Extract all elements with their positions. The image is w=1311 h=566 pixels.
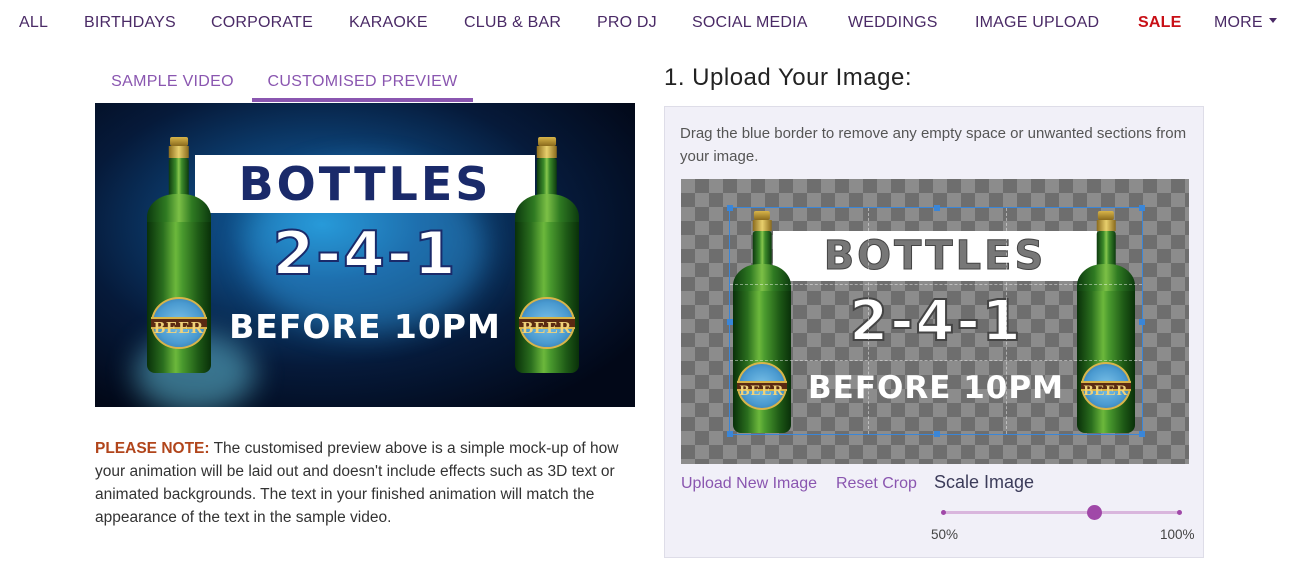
nav-more-label: MORE [1214, 14, 1263, 31]
preview-title: BOTTLES [238, 157, 492, 211]
beer-bottle-left: BEER [147, 137, 211, 373]
crop-handle-bottom-right[interactable] [1139, 431, 1145, 437]
nav-karaoke[interactable]: KARAOKE [349, 14, 428, 32]
crop-handle-top-left[interactable] [727, 205, 733, 211]
nav-more[interactable]: MORE [1214, 14, 1277, 32]
crop-handle-right[interactable] [1139, 319, 1145, 325]
scale-slider-thumb[interactable] [1087, 505, 1102, 520]
upload-section-title: 1. Upload Your Image: [664, 64, 913, 91]
note-label: PLEASE NOTE: [95, 440, 210, 457]
nav-corporate[interactable]: CORPORATE [211, 14, 313, 32]
image-crop-area[interactable]: BOTTLES 2-4-1 BEFORE 10PM BEER BEER [681, 179, 1189, 464]
crop-grid-line [1006, 208, 1007, 434]
crop-grid-line [730, 284, 1142, 285]
nav-birthdays[interactable]: BIRTHDAYS [84, 14, 176, 32]
caret-down-icon [1268, 18, 1277, 24]
crop-handle-top[interactable] [934, 205, 940, 211]
scale-image-label: Scale Image [934, 472, 1035, 492]
nav-social-media[interactable]: SOCIAL MEDIA [692, 14, 808, 32]
nav-sale[interactable]: SALE [1138, 14, 1181, 32]
crop-handle-bottom-left[interactable] [727, 431, 733, 437]
nav-weddings[interactable]: WEDDINGS [848, 14, 938, 32]
preview-subtitle: BEFORE 10PM [229, 307, 501, 346]
preview-note: PLEASE NOTE: The customised preview abov… [95, 437, 635, 529]
nav-club-bar[interactable]: CLUB & BAR [464, 14, 561, 32]
tab-customised-preview[interactable]: CUSTOMISED PREVIEW [252, 70, 473, 102]
preview-offer: 2-4-1 [271, 219, 458, 289]
bottle-label-right: BEER [519, 317, 575, 337]
nav-image-upload[interactable]: IMAGE UPLOAD [975, 14, 1099, 32]
scale-max-label: 100% [1160, 527, 1195, 542]
beer-bottle-right: BEER [515, 137, 579, 373]
crop-help-text: Drag the blue border to remove any empty… [680, 125, 1187, 165]
tab-sample-video[interactable]: SAMPLE VIDEO [95, 70, 250, 102]
nav-pro-dj[interactable]: PRO DJ [597, 14, 657, 32]
upload-new-image-link[interactable]: Upload New Image [681, 475, 817, 493]
crop-grid-line [730, 360, 1142, 361]
scale-slider-min-dot [941, 510, 946, 515]
nav-all[interactable]: ALL [19, 14, 48, 32]
crop-handle-bottom[interactable] [934, 431, 940, 437]
bottle-label-left: BEER [151, 317, 207, 337]
crop-border[interactable] [727, 205, 1145, 437]
crop-handle-left[interactable] [727, 319, 733, 325]
customised-preview-image: BOTTLES 2-4-1 BEFORE 10PM BEER BEER [95, 103, 635, 407]
scale-min-label: 50% [931, 527, 959, 542]
top-nav: ALL BIRTHDAYS CORPORATE KARAOKE CLUB & B… [0, 0, 1311, 50]
reset-crop-link[interactable]: Reset Crop [836, 475, 917, 493]
crop-grid-line [868, 208, 869, 434]
crop-handle-top-right[interactable] [1139, 205, 1145, 211]
scale-slider-track[interactable] [943, 511, 1179, 514]
scale-slider-max-dot [1177, 510, 1182, 515]
